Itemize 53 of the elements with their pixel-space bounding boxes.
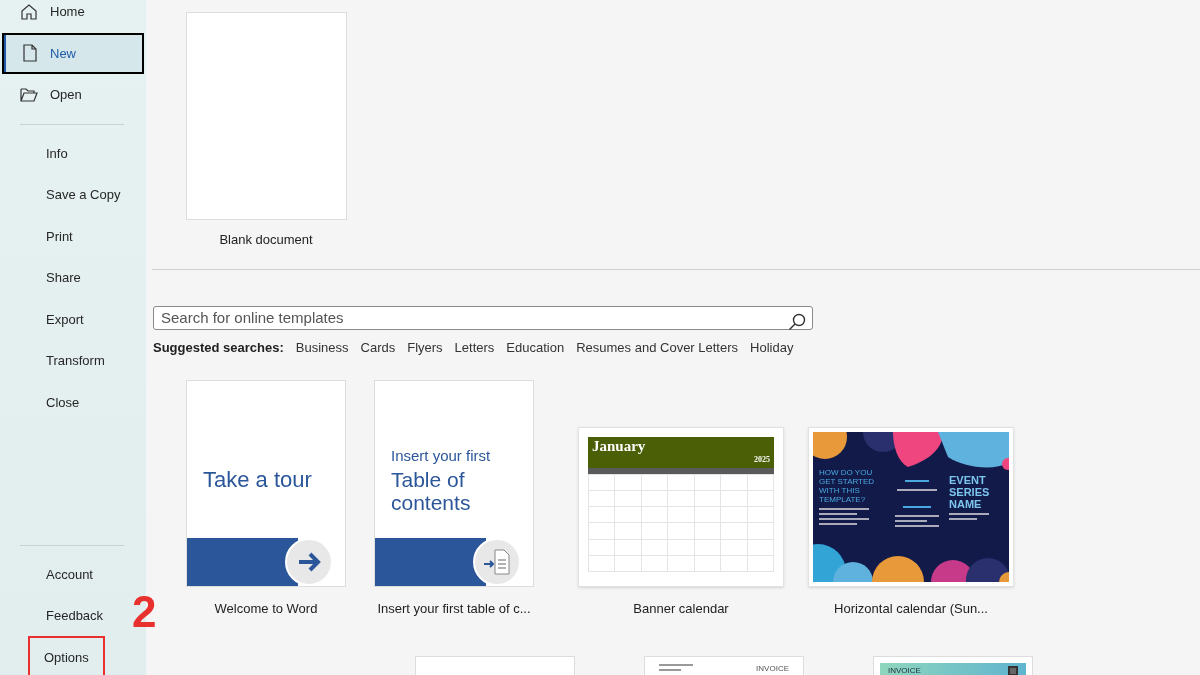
logo-icon — [1008, 665, 1018, 675]
sidebar-item[interactable]: Home — [2, 0, 144, 33]
suggested-search-link[interactable]: Flyers — [407, 337, 443, 357]
document-icon — [22, 44, 38, 63]
sidebar-item[interactable]: Print — [2, 215, 144, 257]
sidebar-item[interactable]: Transform — [2, 340, 144, 382]
thumbnail-subtitle: Insert your first — [391, 446, 492, 467]
text-lines-drawing — [905, 480, 929, 485]
suggested-search-link[interactable]: Resumes and Cover Letters — [576, 337, 739, 357]
thumbnail-text: INVOICE — [756, 663, 789, 673]
suggested-search-link[interactable]: Education — [506, 337, 565, 357]
thumbnail-text: INVOICE — [888, 665, 921, 675]
suggested-search-link[interactable]: Holiday — [750, 337, 794, 357]
home-icon — [20, 2, 38, 21]
template-thumbnail[interactable]: Insert your first Table of contents — [374, 380, 534, 587]
template-thumbnail[interactable]: INVOICE — [873, 655, 1033, 675]
sidebar-item[interactable]: Open — [2, 74, 144, 116]
sidebar-item[interactable]: Share — [2, 257, 144, 299]
template-thumbnail[interactable]: Take a tour — [186, 380, 346, 587]
text-lines-drawing — [819, 508, 869, 528]
sidebar-item[interactable]: Options — [2, 636, 144, 675]
template-label: Banner calendar — [633, 600, 729, 618]
template-label: Insert your first table of c... — [377, 600, 531, 618]
blank-document-thumbnail[interactable] — [185, 12, 347, 220]
suggested-search-link[interactable]: Letters — [454, 337, 495, 357]
template-label: Blank document — [219, 231, 313, 249]
suggested-search-link[interactable]: Business — [295, 337, 349, 357]
calendar-month: January — [592, 437, 647, 455]
search-icon — [788, 312, 806, 331]
template-label: Welcome to Word — [214, 600, 318, 618]
calendar-year: 2025 — [754, 455, 770, 465]
text-lines-drawing — [895, 515, 939, 530]
text-lines-drawing — [903, 506, 931, 511]
sidebar-item[interactable]: Close — [2, 381, 144, 423]
sidebar-item[interactable]: Export — [2, 298, 144, 340]
sidebar-item[interactable]: Save a Copy — [2, 174, 144, 216]
thumbnail-title: Table of contents — [391, 467, 472, 514]
template-thumbnail[interactable]: HOW DO YOU GET STARTED WITH THIS TEMPLATE? EVENT SERIES NAME — [808, 427, 1014, 587]
suggested-searches-label: Suggested searches: — [153, 338, 284, 357]
suggested-search-link[interactable]: Cards — [360, 337, 396, 357]
folder-icon — [20, 86, 38, 103]
template-thumbnail[interactable]: January 2025 — [578, 427, 784, 587]
text-lines-drawing — [949, 513, 989, 523]
sidebar-item[interactable]: Info — [2, 132, 144, 174]
thumbnail-heading: HOW DO YOU GET STARTED WITH THIS TEMPLATE? — [819, 468, 876, 504]
text-lines-drawing — [897, 489, 937, 494]
search-field[interactable]: Search for online templates — [153, 305, 813, 330]
template-label: Horizontal calendar (Sun... — [834, 600, 988, 618]
text-lines-drawing — [659, 663, 693, 674]
thumbnail-title: EVENT SERIES NAME — [949, 474, 989, 510]
template-thumbnail[interactable]: INVOICE — [644, 655, 804, 675]
thumbnail-title: Take a tour — [203, 466, 313, 494]
sidebar-item[interactable]: New — [2, 32, 144, 74]
